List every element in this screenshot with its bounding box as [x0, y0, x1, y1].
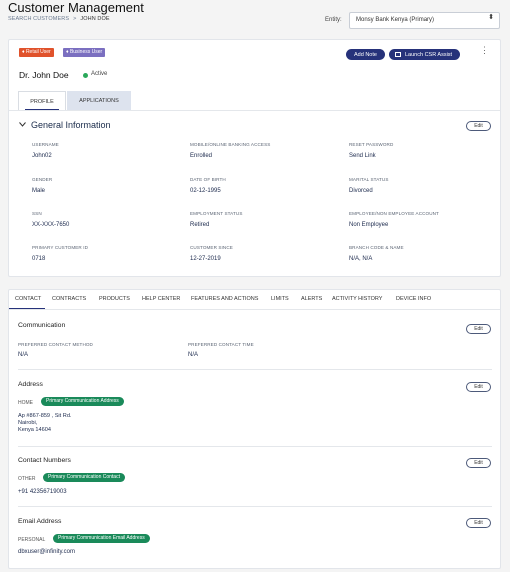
address-line-1: Ap #867-859 , Sit Rd. — [18, 413, 72, 419]
divider — [9, 309, 500, 310]
field-label: EMPLOYMENT STATUS — [190, 211, 243, 216]
primary-email-badge: Primary Communication Email Address — [53, 534, 150, 543]
field-label: PRIMARY CUSTOMER ID — [32, 245, 89, 250]
divider — [9, 110, 500, 111]
tab-applications[interactable]: APPLICATIONS — [67, 91, 131, 110]
address-type-label: HOME — [18, 400, 33, 406]
launch-csr-assist-button[interactable]: Launch CSR Assist — [389, 49, 461, 60]
communication-edit-button[interactable]: Edit — [466, 324, 491, 334]
field-value: XX-XXX-7650 — [32, 222, 70, 228]
contact-type-label: OTHER — [18, 476, 36, 482]
tab-limits[interactable]: LIMITS — [271, 296, 289, 302]
contact-numbers-title: Contact Numbers — [18, 457, 71, 464]
launch-csr-assist-label: Launch CSR Assist — [405, 51, 453, 58]
field-value: N/A — [18, 352, 29, 358]
tab-help-center[interactable]: HELP CENTER — [142, 296, 180, 302]
address-edit-button[interactable]: Edit — [466, 382, 491, 392]
breadcrumb-current: JOHN DOE — [80, 16, 110, 22]
retail-user-badge: ♦ Retail User — [19, 48, 54, 57]
divider — [18, 506, 492, 507]
more-options-icon[interactable]: ⋮ — [480, 46, 489, 55]
active-status-dot-icon — [83, 73, 88, 78]
contact-numbers-edit-button[interactable]: Edit — [466, 458, 491, 468]
business-user-badge: ♦ Business User — [63, 48, 106, 57]
tab-profile[interactable]: PROFILE — [18, 91, 66, 110]
entity-select[interactable]: Monsy Bank Kenya (Primary) ⬍ — [349, 12, 500, 29]
tab-device-info[interactable]: DEVICE INFO — [396, 296, 431, 302]
field-label: PREFERRED CONTACT METHOD — [18, 342, 93, 347]
email-value: dbxuser@infinity.com — [18, 549, 75, 555]
launch-icon — [395, 51, 401, 57]
field-label: SSN — [32, 211, 42, 216]
field-label: PREFERRED CONTACT TIME — [188, 342, 254, 347]
address-title: Address — [18, 381, 43, 388]
field-value: John02 — [32, 153, 52, 159]
field-value: N/A, N/A — [349, 256, 373, 262]
field-label: DATE OF BIRTH — [190, 177, 226, 182]
email-address-edit-button[interactable]: Edit — [466, 518, 491, 528]
breadcrumb: SEARCH CUSTOMERS > JOHN DOE — [8, 16, 110, 22]
divider — [18, 369, 492, 370]
field-label: CUSTOMER SINCE — [190, 245, 233, 250]
tab-profile-label: PROFILE — [30, 99, 54, 105]
tab-products[interactable]: PRODUCTS — [99, 296, 130, 302]
communication-title: Communication — [18, 322, 66, 329]
field-value: 02-12-1995 — [190, 188, 221, 194]
tab-contracts[interactable]: CONTRACTS — [52, 296, 86, 302]
field-value: Non Employee — [349, 222, 389, 228]
field-value: Enrolled — [190, 153, 213, 159]
field-label: MOBILE/ONLINE BANKING ACCESS — [190, 142, 271, 147]
profile-card: ♦ Retail User ♦ Business User Add Note L… — [8, 39, 501, 277]
tab-alerts[interactable]: ALERTS — [301, 296, 322, 302]
customer-status: Active — [91, 71, 108, 77]
email-type-label: PERSONAL — [18, 537, 46, 543]
field-label: BRANCH CODE & NAME — [349, 245, 404, 250]
field-label: GENDER — [32, 177, 53, 182]
field-label: USERNAME — [32, 142, 59, 147]
customer-name: Dr. John Doe — [19, 70, 69, 80]
primary-address-badge: Primary Communication Address — [41, 397, 124, 406]
breadcrumb-separator: > — [73, 16, 77, 22]
select-caret-icon: ⬍ — [488, 14, 494, 21]
reset-password-send-link[interactable]: Send Link — [349, 153, 376, 159]
general-information-edit-button[interactable]: Edit — [466, 121, 491, 131]
divider — [18, 446, 492, 447]
field-value: N/A — [188, 352, 199, 358]
general-information-title: General Information — [31, 120, 111, 130]
page-title: Customer Management — [8, 0, 144, 15]
field-value: Retired — [190, 222, 210, 228]
tab-contact[interactable]: CONTACT — [15, 296, 41, 302]
field-value: 12-27-2019 — [190, 256, 221, 262]
customer-details-card: CONTACT CONTRACTS PRODUCTS HELP CENTER F… — [8, 289, 501, 569]
email-address-title: Email Address — [18, 518, 62, 525]
chevron-down-icon[interactable] — [19, 122, 26, 129]
tab-features-and-actions[interactable]: FEATURES AND ACTIONS — [191, 296, 258, 302]
tab-applications-label: APPLICATIONS — [79, 98, 119, 104]
breadcrumb-search-customers-link[interactable]: SEARCH CUSTOMERS — [8, 16, 69, 22]
contact-number-value: +91 42356719003 — [18, 489, 67, 495]
field-label: EMPLOYEE/NON EMPLOYEE ACCOUNT — [349, 211, 439, 216]
primary-contact-badge: Primary Communication Contact — [43, 473, 125, 482]
tab-activity-history[interactable]: ACTIVITY HISTORY — [332, 296, 382, 302]
add-note-button[interactable]: Add Note — [346, 49, 385, 60]
field-value: 0718 — [32, 256, 46, 262]
field-value: Divorced — [349, 188, 373, 194]
address-line-2: Nairobi, — [18, 420, 38, 426]
field-label: MARITAL STATUS — [349, 177, 389, 182]
field-value: Male — [32, 188, 46, 194]
field-label: RESET PASSWORD — [349, 142, 394, 147]
address-line-3: Kenya 14604 — [18, 427, 51, 433]
entity-label: Entity: — [325, 17, 342, 23]
entity-select-value: Monsy Bank Kenya (Primary) — [356, 17, 435, 23]
